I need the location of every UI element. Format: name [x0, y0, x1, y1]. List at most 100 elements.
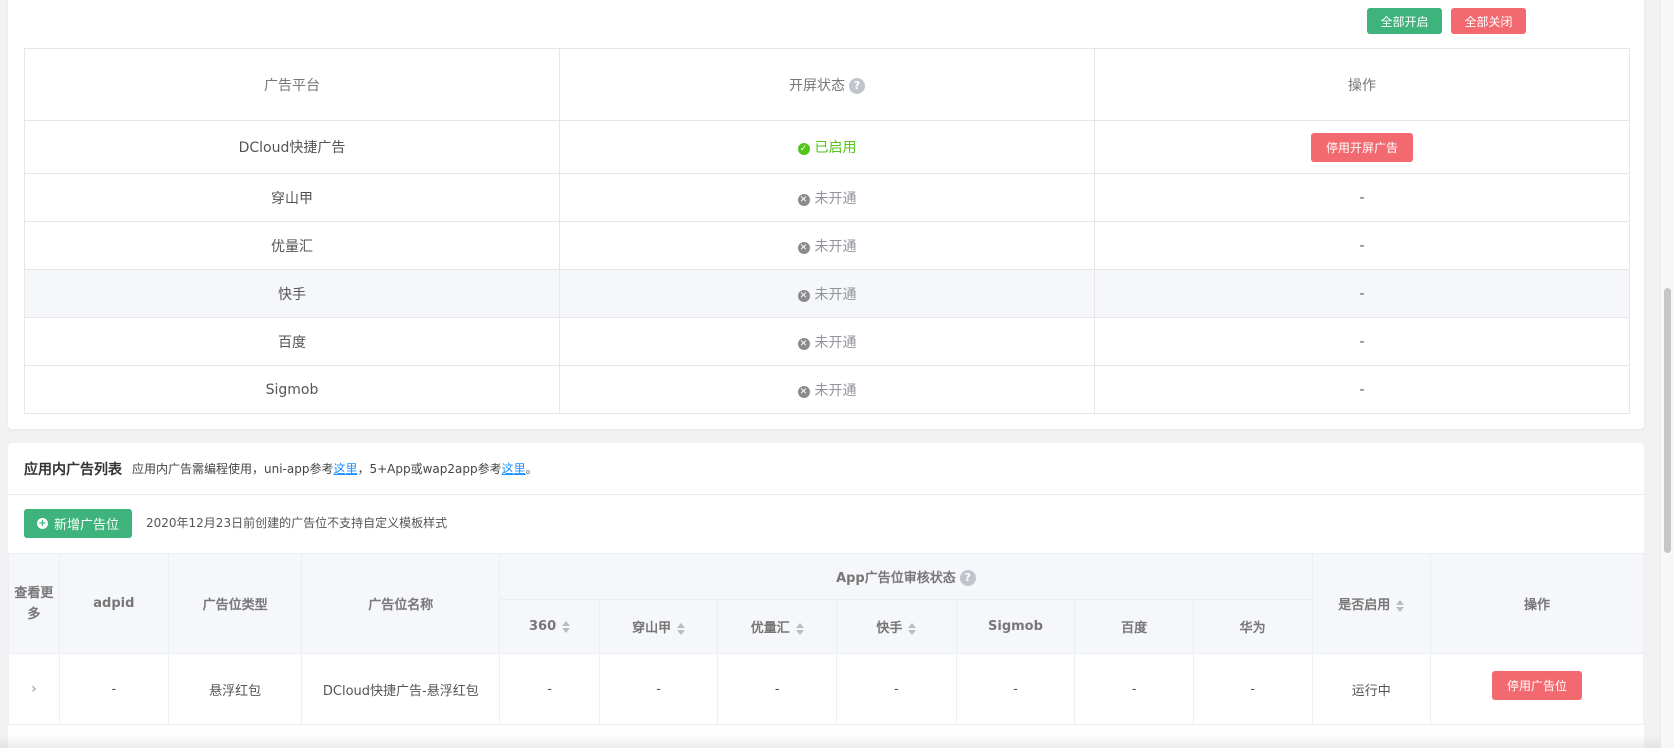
uniapp-doc-link[interactable]: 这里 — [333, 462, 357, 476]
close-circle-icon: ✕ — [797, 193, 810, 206]
header-action: 操作 — [1094, 48, 1630, 121]
section-title: 应用内广告列表 — [24, 461, 122, 478]
header-status: 开屏状态? — [559, 48, 1095, 121]
status-cell: ✕ 未开通 — [559, 365, 1095, 414]
status-label: 未开通 — [814, 334, 857, 351]
status-cell: ✕ 未开通 — [559, 269, 1095, 318]
chevron-right-icon[interactable]: › — [31, 681, 37, 697]
header-review-group: App广告位审核状态? — [499, 553, 1313, 600]
desc-suffix: 。 — [525, 462, 538, 476]
platform-label: 快手 — [876, 621, 903, 636]
header-platform-ylh[interactable]: 优量汇 — [717, 599, 838, 654]
table-row: 穿山甲 ✕ 未开通 - — [24, 173, 1630, 222]
status-ylh-cell: - — [717, 653, 838, 725]
splash-ad-table: 广告平台 开屏状态? 操作 DCloud快捷广告 ✓ 已启用 停用开屏广告 穿山甲… — [24, 48, 1630, 414]
section-description: 应用内广告需编程使用，uni-app参考这里，5+App或wap2app参考这里… — [132, 460, 538, 477]
desc-mid: ，5+App或wap2app参考 — [357, 462, 502, 476]
table-row: 快手 ✕ 未开通 - — [24, 269, 1630, 318]
header-type: 广告位类型 — [167, 553, 303, 654]
header-platform: 广告平台 — [24, 48, 560, 121]
disable-ad-slot-button[interactable]: 停用广告位 — [1492, 670, 1583, 700]
help-icon[interactable]: ? — [959, 570, 976, 586]
table-row: Sigmob ✕ 未开通 - — [24, 365, 1630, 414]
status-huawei-cell: - — [1192, 653, 1313, 725]
action-cell: - — [1094, 173, 1630, 222]
plus-circle-icon: + — [36, 518, 48, 529]
sort-icon[interactable] — [677, 622, 686, 635]
platform-label: 穿山甲 — [632, 621, 672, 636]
status-label: 未开通 — [814, 190, 857, 207]
action-cell: - — [1094, 365, 1630, 414]
header-review-label: App广告位审核状态 — [836, 571, 956, 586]
header-view-more: 查看更多 — [8, 553, 60, 654]
add-ad-slot-button[interactable]: + 新增广告位 — [24, 509, 132, 538]
inapp-ad-table: 查看更多 adpid 广告位类型 广告位名称 App广告位审核状态? 是否启用 … — [8, 553, 1644, 725]
header-platform-ks[interactable]: 快手 — [836, 599, 957, 654]
status-baidu-cell: - — [1074, 653, 1194, 725]
platform-cell: 优量汇 — [24, 221, 560, 270]
help-icon[interactable]: ? — [849, 77, 865, 94]
close-circle-icon: ✕ — [797, 289, 810, 302]
table-row: 百度 ✕ 未开通 - — [24, 317, 1630, 366]
action-cell: 停用开屏广告 — [1094, 120, 1630, 174]
close-circle-icon: ✕ — [797, 241, 810, 254]
status-360-cell: - — [499, 653, 600, 725]
disable-all-button[interactable]: 全部关闭 — [1451, 8, 1526, 34]
action-cell: 停用广告位 — [1430, 653, 1644, 725]
section-header: 应用内广告列表 应用内广告需编程使用，uni-app参考这里，5+App或wap… — [8, 443, 1644, 495]
status-label: 未开通 — [814, 238, 857, 255]
name-cell: DCloud快捷广告-悬浮红包 — [301, 653, 501, 725]
sort-icon[interactable] — [908, 622, 917, 635]
disable-splash-button[interactable]: 停用开屏广告 — [1310, 132, 1413, 162]
5plus-doc-link[interactable]: 这里 — [502, 462, 526, 476]
header-platform-sigmob: Sigmob — [955, 599, 1076, 654]
status-sigmob-cell: - — [955, 653, 1076, 725]
scrollbar-thumb[interactable] — [1664, 288, 1671, 553]
adpid-cell: - — [58, 653, 169, 725]
type-cell: 悬浮红包 — [167, 653, 303, 725]
header-enabled-label: 是否启用 — [1338, 598, 1391, 613]
enabled-status-cell: 运行中 — [1311, 653, 1432, 725]
action-cell: - — [1094, 221, 1630, 270]
platform-cell: 百度 — [24, 317, 560, 366]
status-label: 未开通 — [814, 382, 857, 399]
inapp-ad-card: 应用内广告列表 应用内广告需编程使用，uni-app参考这里，5+App或wap… — [8, 443, 1644, 748]
header-adpid: adpid — [58, 553, 169, 654]
status-cell: ✕ 未开通 — [559, 173, 1095, 222]
header-platform-baidu: 百度 — [1074, 599, 1194, 654]
add-note: 2020年12月23日前创建的广告位不支持自定义模板样式 — [146, 516, 448, 530]
desc-prefix: 应用内广告需编程使用，uni-app参考 — [132, 462, 334, 476]
header-action: 操作 — [1430, 553, 1644, 654]
status-cell: ✕ 未开通 — [559, 317, 1095, 366]
close-circle-icon: ✕ — [797, 385, 810, 398]
status-ks-cell: - — [836, 653, 957, 725]
table-row: › - 悬浮红包 DCloud快捷广告-悬浮红包 - - - - - - - 运… — [8, 653, 1644, 725]
table-row: 优量汇 ✕ 未开通 - — [24, 221, 1630, 270]
header-status-label: 开屏状态 — [789, 77, 845, 94]
header-enabled[interactable]: 是否启用 — [1311, 553, 1432, 654]
platform-label: 360 — [529, 619, 557, 634]
enable-all-button[interactable]: 全部开启 — [1367, 8, 1442, 34]
status-label: 已启用 — [814, 140, 857, 156]
status-cell: ✓ 已启用 — [559, 120, 1095, 174]
platform-cell: DCloud快捷广告 — [24, 120, 560, 174]
action-cell: - — [1094, 269, 1630, 318]
add-ad-slot-label: 新增广告位 — [53, 518, 119, 533]
sort-icon[interactable] — [1396, 599, 1405, 612]
status-csj-cell: - — [598, 653, 719, 725]
platform-cell: Sigmob — [24, 365, 560, 414]
expand-cell[interactable]: › — [8, 653, 60, 725]
header-platform-csj[interactable]: 穿山甲 — [598, 599, 719, 654]
sort-icon[interactable] — [562, 620, 571, 633]
header-platform-360[interactable]: 360 — [499, 599, 600, 654]
platform-cell: 快手 — [24, 269, 560, 318]
status-label: 未开通 — [814, 286, 857, 303]
viewport-bottom-fade — [0, 734, 1660, 748]
platform-cell: 穿山甲 — [24, 173, 560, 222]
close-circle-icon: ✕ — [797, 337, 810, 350]
header-platform-huawei: 华为 — [1192, 599, 1313, 654]
sort-icon[interactable] — [795, 622, 804, 635]
status-cell: ✕ 未开通 — [559, 221, 1095, 270]
table-row: DCloud快捷广告 ✓ 已启用 停用开屏广告 — [24, 120, 1630, 174]
platform-label: 优量汇 — [750, 621, 790, 636]
